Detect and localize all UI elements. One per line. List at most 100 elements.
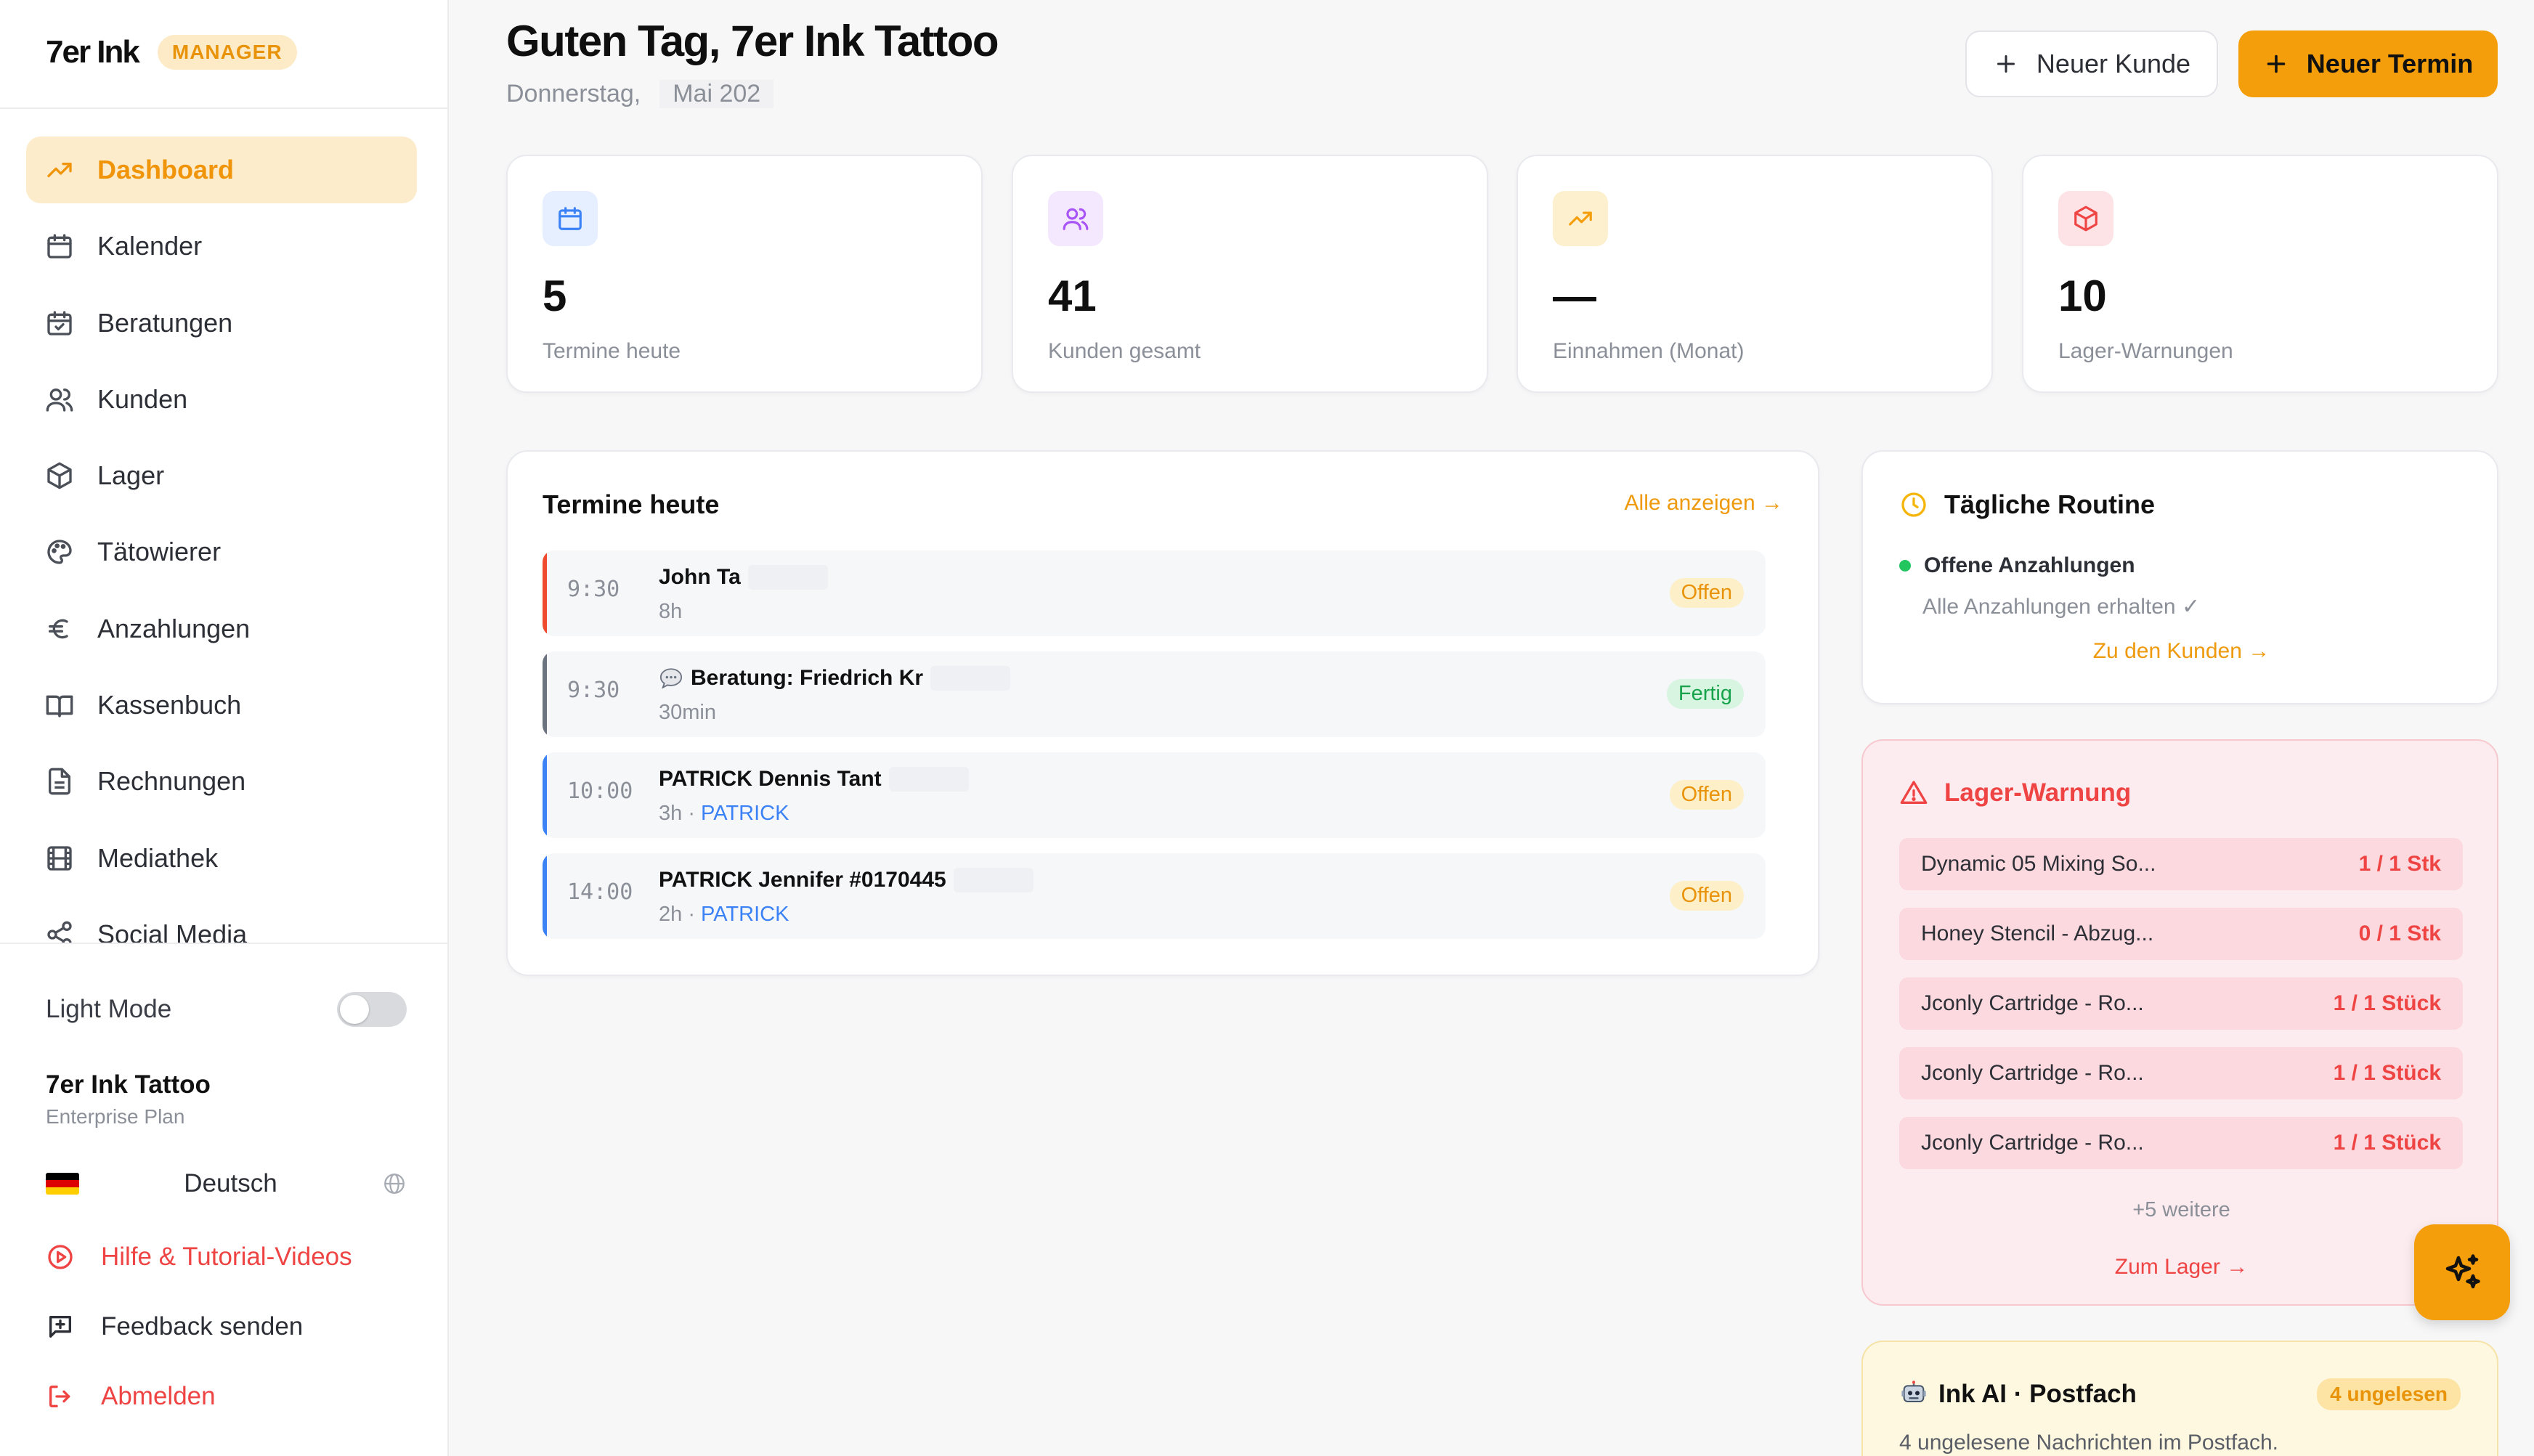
redacted-text — [747, 565, 828, 590]
sidebar-item-lager[interactable]: Lager — [26, 442, 417, 509]
redacted-text — [888, 767, 969, 792]
to-stock-link[interactable]: Zum Lager → — [1863, 1255, 2500, 1280]
globe-icon — [384, 1174, 405, 1194]
package-icon — [47, 462, 72, 489]
stat-label: Kunden gesamt — [1048, 339, 1201, 363]
appointment-row[interactable]: 14:00 PATRICK Jennifer #0170445 2h · PAT… — [543, 853, 1766, 939]
sidebar-item-social-media[interactable]: Social Media — [26, 901, 417, 943]
package-icon — [2074, 206, 2098, 232]
appointment-time: 10:00 — [567, 778, 633, 804]
appointment-duration: 8h — [659, 600, 683, 623]
appointment-row[interactable]: 9:30 John Ta 8h Offen — [543, 550, 1766, 636]
appointment-color-bar — [543, 853, 547, 939]
stock-item[interactable]: Jconly Cartridge - Ro... 1 / 1 Stück — [1899, 977, 2463, 1030]
stat-icon-box — [2058, 191, 2113, 246]
view-all-appointments-link[interactable]: Alle anzeigen → — [1625, 491, 1783, 516]
toggle-knob — [340, 995, 369, 1024]
unread-badge: 4 ungelesen — [2317, 1378, 2461, 1410]
new-customer-button[interactable]: Neuer Kunde — [1965, 30, 2218, 97]
sidebar-item-label: Mediathek — [97, 842, 219, 873]
ink-ai-inbox-panel[interactable]: Ink AI · Postfach 4 ungelesen 4 ungelese… — [1861, 1341, 2498, 1456]
palette-icon — [47, 540, 72, 565]
sidebar-item-rechnungen[interactable]: Rechnungen — [26, 748, 417, 815]
status-badge: Offen — [1669, 578, 1744, 608]
stock-item-qty: 0 / 1 Stk — [2358, 922, 2441, 945]
stat-card-revenue-month[interactable]: — Einnahmen (Monat) — [1516, 155, 1993, 393]
appointments-today-panel: Termine heute Alle anzeigen → 9:30 John … — [506, 450, 1819, 976]
feedback-label: Feedback senden — [101, 1312, 304, 1341]
appointment-title-text: PATRICK Jennifer #0170445 — [659, 868, 946, 892]
stock-item[interactable]: Honey Stencil - Abzug... 0 / 1 Stk — [1899, 908, 2463, 960]
logout-link[interactable]: Abmelden — [46, 1376, 216, 1417]
ai-assistant-button[interactable] — [2414, 1224, 2510, 1320]
trending-up-icon — [1569, 211, 1592, 226]
users-icon — [1063, 208, 1089, 230]
sidebar-item-anzahlungen[interactable]: Anzahlungen — [26, 595, 417, 662]
appointment-duration: 3h — [659, 802, 683, 825]
appointment-artist[interactable]: PATRICK — [701, 903, 789, 926]
stat-card-stock-warnings[interactable]: 10 Lager-Warnungen — [2022, 155, 2498, 393]
ink-ai-subtitle: 4 ungelesene Nachrichten im Postfach. — [1899, 1431, 2278, 1455]
stock-warning-title: Lager-Warnung — [1944, 778, 2132, 807]
light-mode-label: Light Mode — [46, 995, 172, 1023]
stock-warning-panel: Lager-Warnung Dynamic 05 Mixing So... 1 /… — [1861, 739, 2498, 1306]
logout-label: Abmelden — [101, 1382, 216, 1410]
appointment-duration: 2h — [659, 903, 683, 926]
appointment-color-bar — [543, 550, 547, 636]
plus-icon — [1997, 55, 2015, 73]
calendar-icon — [559, 207, 582, 230]
stock-item-name: Jconly Cartridge - Ro... — [1921, 1131, 2144, 1155]
appointment-row[interactable]: 9:30 Beratung: Friedrich Kr 30min Fertig — [543, 651, 1766, 737]
appointment-row[interactable]: 10:00 PATRICK Dennis Tant 3h · PATRICK O… — [543, 752, 1766, 838]
stat-value: — — [1553, 272, 1596, 320]
sidebar-item-kassenbuch[interactable]: Kassenbuch — [26, 672, 417, 739]
routine-title: Tägliche Routine — [1944, 489, 2156, 519]
stock-item-name: Honey Stencil - Abzug... — [1921, 922, 2154, 945]
stock-item[interactable]: Jconly Cartridge - Ro... 1 / 1 Stück — [1899, 1047, 2463, 1099]
sidebar-item-label: Kassenbuch — [97, 690, 242, 720]
share-icon — [47, 921, 72, 943]
play-circle-icon — [48, 1245, 73, 1269]
appointment-color-bar — [543, 651, 547, 737]
appointment-artist[interactable]: PATRICK — [701, 802, 789, 825]
sidebar-item-kalender[interactable]: Kalender — [26, 213, 417, 280]
stat-label: Lager-Warnungen — [2058, 339, 2233, 363]
sidebar-item-beratungen[interactable]: Beratungen — [26, 290, 417, 357]
stat-value: 41 — [1048, 272, 1097, 320]
sidebar: 7er Ink MANAGER Dashboard Kalender Berat… — [0, 0, 449, 1456]
stat-card-appointments-today[interactable]: 5 Termine heute — [506, 155, 983, 393]
sidebar-item-taetowierer[interactable]: Tätowierer — [26, 518, 417, 585]
to-customers-link[interactable]: Zu den Kunden → — [1863, 639, 2500, 664]
stock-item[interactable]: Dynamic 05 Mixing So... 1 / 1 Stk — [1899, 838, 2463, 890]
page-title: Guten Tag, 7er Ink Tattoo — [506, 17, 999, 65]
appointment-time: 9:30 — [567, 577, 620, 602]
users-icon — [46, 388, 73, 412]
new-appointment-button[interactable]: Neuer Termin — [2238, 30, 2498, 97]
routine-item-deposits: Offene Anzahlungen — [1899, 553, 2135, 578]
stock-item[interactable]: Jconly Cartridge - Ro... 1 / 1 Stück — [1899, 1117, 2463, 1169]
clock-icon — [1901, 492, 1926, 517]
help-videos-link[interactable]: Hilfe & Tutorial-Videos — [46, 1237, 352, 1277]
appointment-title-text: John Ta — [659, 565, 741, 589]
redacted-text — [953, 868, 1034, 892]
light-mode-toggle[interactable] — [337, 992, 407, 1027]
sidebar-item-label: Tätowierer — [97, 537, 222, 567]
routine-header: Tägliche Routine — [1899, 489, 2155, 520]
stat-value: 5 — [543, 272, 567, 320]
ink-ai-header: Ink AI · Postfach — [1899, 1380, 2137, 1409]
brand-logo[interactable]: 7er Ink — [46, 34, 140, 70]
appointment-title: PATRICK Jennifer #0170445 — [659, 868, 1034, 892]
sidebar-item-dashboard[interactable]: Dashboard — [26, 137, 417, 203]
stock-item-qty: 1 / 1 Stück — [2333, 991, 2441, 1015]
language-selector[interactable]: Deutsch — [46, 1166, 407, 1202]
feedback-link[interactable]: Feedback senden — [46, 1306, 303, 1347]
appointment-title-text: Beratung: Friedrich Kr — [691, 666, 924, 690]
sidebar-item-mediathek[interactable]: Mediathek — [26, 825, 417, 892]
sidebar-item-kunden[interactable]: Kunden — [26, 366, 417, 433]
appointment-duration: 30min — [659, 701, 716, 724]
stat-icon-box — [543, 191, 598, 246]
stat-value: 10 — [2058, 272, 2107, 320]
stat-card-customers-total[interactable]: 41 Kunden gesamt — [1012, 155, 1488, 393]
sidebar-item-label: Anzahlungen — [97, 613, 251, 643]
sidebar-item-label: Rechnungen — [97, 766, 246, 797]
